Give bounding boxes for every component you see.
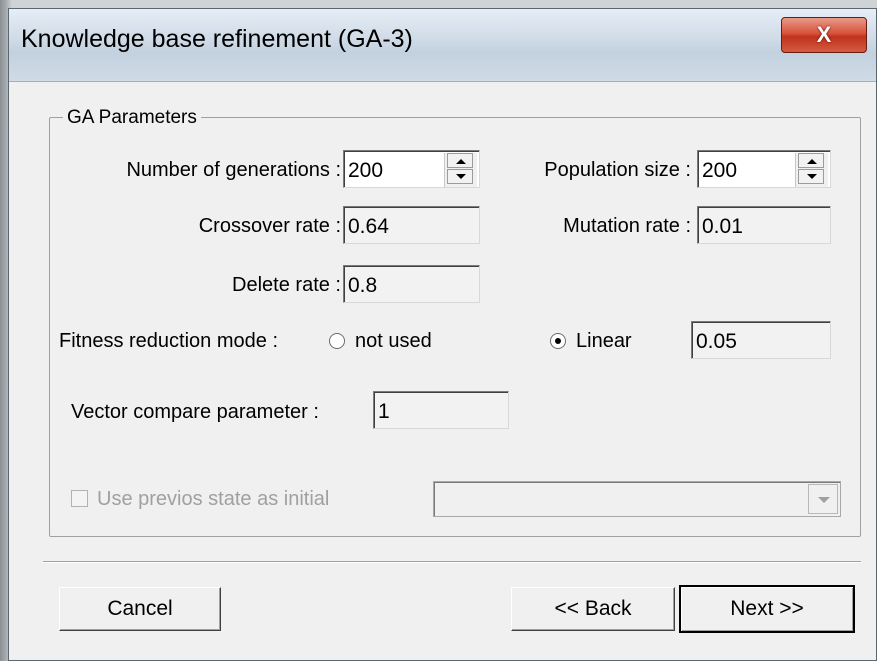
delete-input[interactable]: 0.8 <box>343 265 480 303</box>
not-used-label[interactable]: not used <box>355 330 432 353</box>
crossover-input[interactable]: 0.64 <box>343 206 480 244</box>
vector-input[interactable]: 1 <box>373 391 509 429</box>
generations-label: Number of generations : <box>126 159 341 181</box>
mutation-label: Mutation rate : <box>563 215 691 237</box>
initial-state-select[interactable] <box>433 481 841 517</box>
use-previous-label: Use previos state as initial <box>97 488 330 510</box>
initial-state-dropdown-button[interactable] <box>808 484 838 514</box>
generations-decrement-button[interactable] <box>447 169 473 184</box>
delete-value: 0.8 <box>348 274 378 297</box>
linear-value-input[interactable]: 0.05 <box>691 321 831 359</box>
linear-label[interactable]: Linear <box>576 330 632 353</box>
linear-radio[interactable] <box>550 333 566 349</box>
chevron-down-icon <box>456 174 466 179</box>
cancel-button[interactable]: Cancel <box>59 587 221 631</box>
population-spin-buttons <box>795 153 828 187</box>
radio-selected-dot <box>555 338 561 344</box>
back-button-label: << Back <box>554 597 632 620</box>
generations-value: 200 <box>348 159 384 182</box>
separator <box>43 561 861 563</box>
crossover-label: Crossover rate : <box>198 215 341 237</box>
generations-spinner[interactable]: 200 <box>343 150 480 188</box>
vector-label: Vector compare parameter : <box>71 401 319 423</box>
next-button[interactable]: Next >> <box>679 585 855 633</box>
population-spinner[interactable]: 200 <box>697 150 831 188</box>
title-bar[interactable]: Knowledge base refinement (GA-3) X <box>9 9 876 82</box>
population-value: 200 <box>702 159 738 182</box>
chevron-up-icon <box>807 159 817 164</box>
delete-label: Delete rate : <box>232 274 341 296</box>
crossover-value: 0.64 <box>348 215 389 238</box>
close-icon: X <box>816 22 832 47</box>
next-button-label: Next >> <box>730 597 804 620</box>
fitness-label: Fitness reduction mode : <box>59 330 278 352</box>
chevron-down-icon <box>818 497 830 503</box>
population-increment-button[interactable] <box>798 153 824 168</box>
chevron-up-icon <box>456 159 466 164</box>
linear-value: 0.05 <box>696 330 737 353</box>
not-used-radio[interactable] <box>329 333 345 349</box>
ga-parameters-legend: GA Parameters <box>63 107 201 129</box>
generations-increment-button[interactable] <box>447 153 473 168</box>
population-decrement-button[interactable] <box>798 169 824 184</box>
vector-value: 1 <box>378 400 390 423</box>
mutation-value: 0.01 <box>702 215 743 238</box>
back-button[interactable]: << Back <box>511 587 675 631</box>
generations-spin-buttons <box>444 153 477 187</box>
window-title: Knowledge base refinement (GA-3) <box>21 25 413 53</box>
cancel-button-label: Cancel <box>107 597 173 620</box>
dialog-window: Knowledge base refinement (GA-3) X GA Pa… <box>8 8 877 661</box>
population-label: Population size : <box>544 159 691 181</box>
mutation-input[interactable]: 0.01 <box>697 206 831 244</box>
use-previous-checkbox[interactable] <box>71 490 88 507</box>
close-button[interactable]: X <box>781 17 867 53</box>
chevron-down-icon <box>807 174 817 179</box>
